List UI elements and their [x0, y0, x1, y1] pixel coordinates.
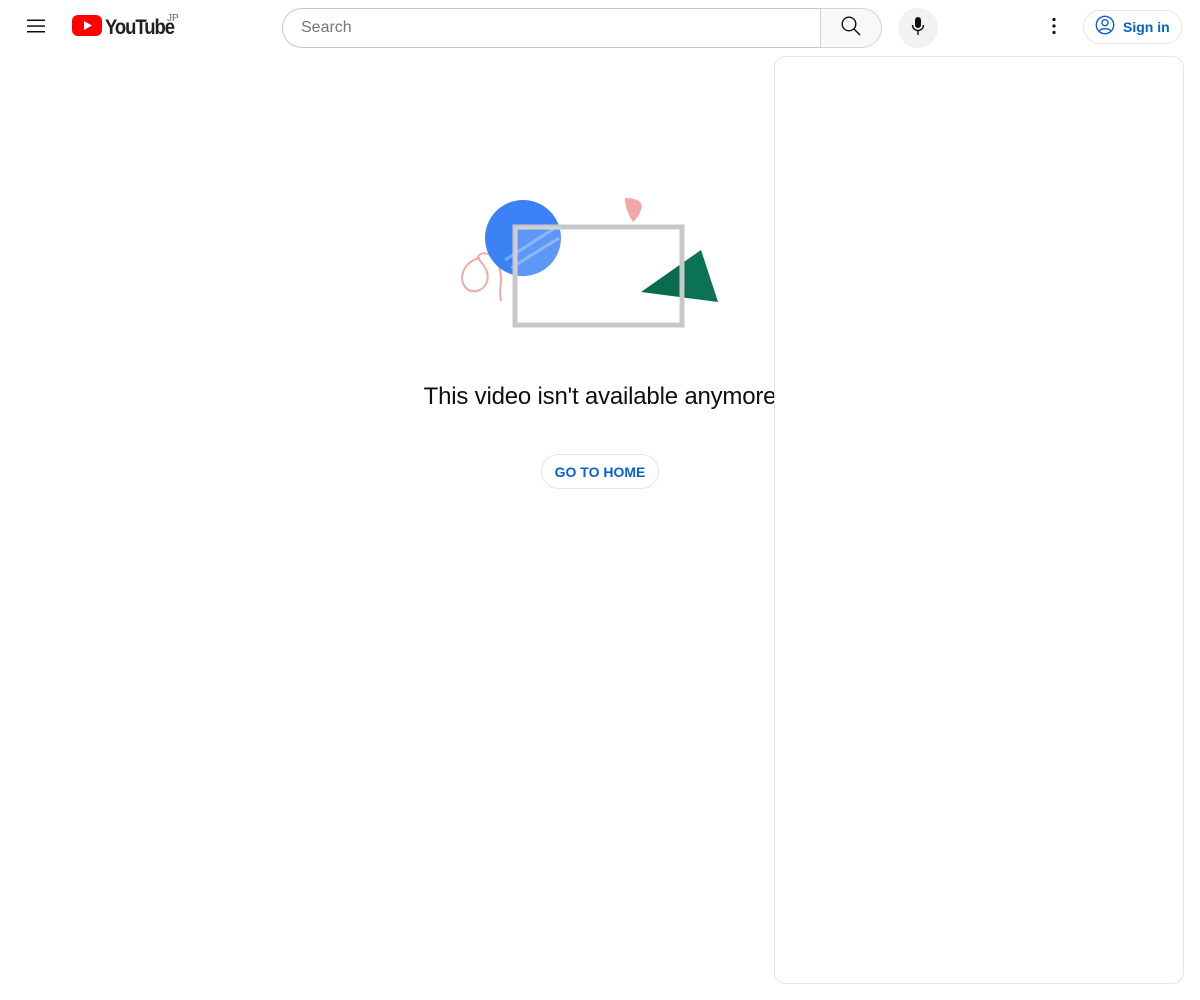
- vertical-dots-icon: [1042, 14, 1066, 43]
- youtube-play-icon: [72, 15, 102, 41]
- logo-wordmark: YouTube: [105, 16, 175, 39]
- microphone-icon: [906, 14, 930, 43]
- pink-drop-shape: [625, 198, 642, 222]
- masthead: YouTube JP Search Sign in: [0, 0, 1200, 56]
- account-circle-icon: [1094, 14, 1116, 41]
- secondary-panel: [774, 56, 1184, 984]
- search-box[interactable]: [282, 8, 820, 48]
- sign-in-label: Sign in: [1123, 19, 1170, 35]
- magnifier-icon: [839, 14, 863, 43]
- search-form: [282, 8, 882, 48]
- search-button[interactable]: [819, 8, 882, 48]
- voice-search-button[interactable]: [898, 8, 938, 48]
- go-to-home-button[interactable]: GO TO HOME: [541, 454, 659, 489]
- youtube-page: YouTube JP Search Sign in This video isn…: [0, 0, 1200, 1000]
- settings-more-button[interactable]: [1034, 8, 1074, 48]
- youtube-logo[interactable]: YouTube JP: [72, 13, 183, 42]
- sign-in-button[interactable]: Sign in: [1083, 10, 1182, 44]
- country-code: JP: [167, 13, 179, 24]
- unavailable-video-illustration: [455, 190, 725, 335]
- hamburger-menu-icon: [24, 14, 48, 43]
- search-input[interactable]: [299, 18, 803, 38]
- menu-button[interactable]: [16, 8, 56, 48]
